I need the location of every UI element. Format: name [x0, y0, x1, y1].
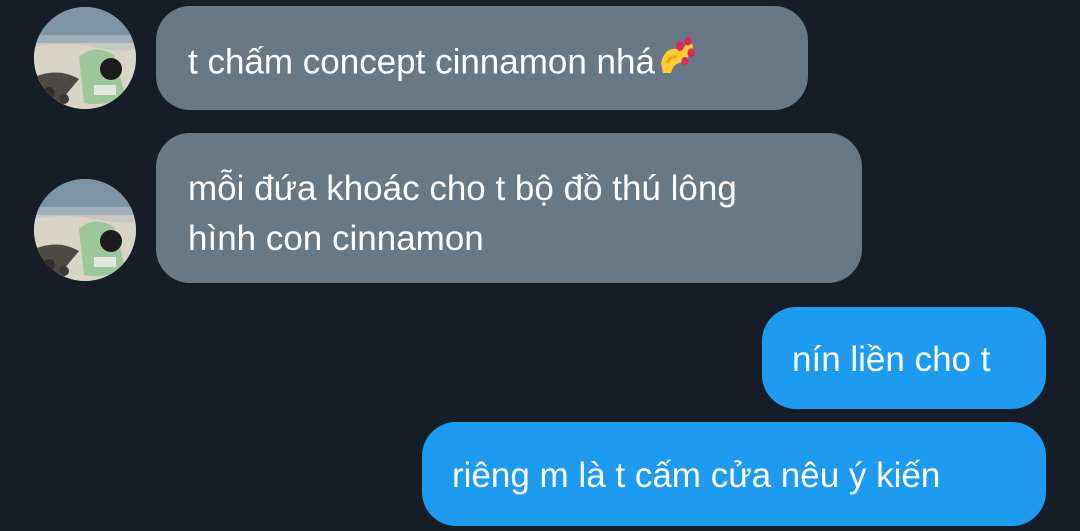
message-text: t chấm concept cinnamon nhá	[188, 42, 655, 82]
message-text: hình con cinnamon	[188, 219, 484, 258]
chat-thread: t chấm concept cinnamon nhá mỗi đứa khoá…	[0, 0, 1080, 531]
avatar[interactable]	[34, 7, 136, 109]
message-bubble-incoming[interactable]: mỗi đứa khoác cho t bộ đồ thú lông hình …	[156, 133, 862, 283]
message-bubble-outgoing[interactable]: nín liền cho t	[762, 307, 1046, 409]
message-bubble-outgoing[interactable]: riêng m là t cấm cửa nêu ý kiến	[422, 422, 1046, 526]
message-text: nín liền cho t	[792, 340, 991, 379]
avatar[interactable]	[34, 179, 136, 281]
message-text: riêng m là t cấm cửa nêu ý kiến	[452, 456, 941, 495]
avatar-photo	[34, 179, 136, 281]
message-text: mỗi đứa khoác cho t bộ đồ thú lông	[188, 169, 737, 208]
avatar-photo	[34, 7, 136, 109]
message-bubble-incoming[interactable]: t chấm concept cinnamon nhá	[156, 6, 808, 110]
nail-polish-icon	[657, 33, 699, 87]
